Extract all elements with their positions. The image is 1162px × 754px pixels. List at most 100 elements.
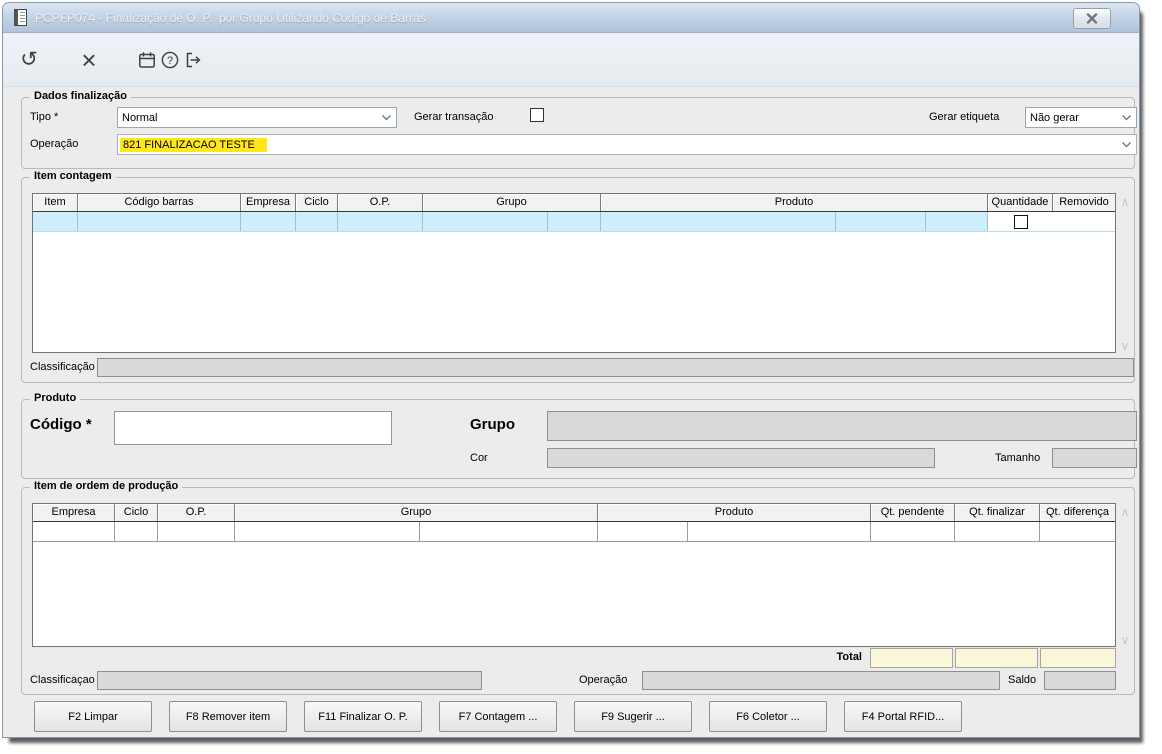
cell-grupo-codigo[interactable]: [423, 212, 548, 231]
title-bar: PCPFP074 - Finalização de O. P. por Grup…: [3, 3, 1139, 33]
section-dados-finalizacao: Dados finalização Tipo * Normal Gerar tr…: [21, 97, 1135, 169]
total-label: Total: [766, 651, 862, 663]
f11-finalizar-op-button[interactable]: F11 Finalizar O. P.: [304, 701, 422, 732]
operacao-label: Operação: [30, 138, 78, 150]
exit-icon[interactable]: [181, 48, 205, 72]
cell-produto-codigo[interactable]: [598, 522, 688, 541]
tipo-value: Normal: [122, 112, 157, 124]
cor-field: [547, 448, 935, 468]
cell-produto-nome[interactable]: [836, 212, 926, 231]
cancel-icon[interactable]: ×: [77, 48, 101, 72]
f2-limpar-button[interactable]: F2 Limpar: [34, 701, 152, 732]
cell-op[interactable]: [338, 212, 423, 231]
scroll-up-icon[interactable]: ∧: [1118, 195, 1132, 209]
undo-icon[interactable]: ↺: [17, 48, 41, 72]
section-title: Produto: [30, 392, 80, 404]
section-title: Item contagem: [30, 170, 116, 182]
cell-qt-pendente[interactable]: [871, 522, 955, 541]
classificacao-field: [97, 358, 1134, 377]
document-icon: [13, 9, 29, 27]
cell-ciclo[interactable]: [115, 522, 158, 541]
col-removido: Removido: [1053, 194, 1115, 211]
col-produto: Produto: [598, 504, 871, 521]
saldo-field: [1044, 671, 1116, 690]
app-window: PCPFP074 - Finalização de O. P. por Grup…: [2, 2, 1140, 738]
col-item: Item: [33, 194, 78, 211]
scroll-up-icon[interactable]: ∧: [1118, 505, 1132, 519]
operacao-value-highlighted: 821 FINALIZACAO TESTE: [120, 138, 267, 152]
grupo-field: [547, 411, 1137, 441]
cell-op[interactable]: [158, 522, 235, 541]
scroll-down-icon[interactable]: ∨: [1118, 339, 1132, 353]
grid-scroll-gutter[interactable]: ∧ ∨: [1118, 503, 1132, 647]
removido-checkbox[interactable]: [1014, 215, 1028, 229]
gerar-transacao-checkbox[interactable]: [530, 108, 544, 122]
col-grupo: Grupo: [235, 504, 598, 521]
close-button[interactable]: [1073, 8, 1111, 29]
f4-portal-rfid-button[interactable]: F4 Portal RFID...: [844, 701, 962, 732]
f8-remover-item-button[interactable]: F8 Remover item: [169, 701, 287, 732]
col-ciclo: Ciclo: [115, 504, 158, 521]
grid-header-row: Empresa Ciclo O.P. Grupo Produto Qt. pen…: [33, 504, 1115, 522]
f6-coletor-button[interactable]: F6 Coletor ...: [709, 701, 827, 732]
toolbar: ↺ × ?: [3, 34, 1139, 87]
cell-item[interactable]: [33, 212, 78, 231]
section-produto: Produto Código * Grupo Cor Tamanho: [21, 399, 1135, 479]
cell-grupo-nome[interactable]: [420, 522, 598, 541]
col-ciclo: Ciclo: [296, 194, 338, 211]
chevron-down-icon: [381, 112, 392, 123]
col-empresa: Empresa: [241, 194, 296, 211]
calendar-icon[interactable]: [135, 48, 159, 72]
tipo-combobox[interactable]: Normal: [117, 107, 397, 128]
col-empresa: Empresa: [33, 504, 115, 521]
table-row[interactable]: [33, 212, 1115, 232]
window-title: PCPFP074 - Finalização de O. P. por Grup…: [35, 11, 426, 25]
col-qt-finalizar: Qt. finalizar: [955, 504, 1040, 521]
cell-produto-nome[interactable]: [688, 522, 871, 541]
col-op: O.P.: [338, 194, 423, 211]
footer-button-bar: F2 Limpar F8 Remover item F11 Finalizar …: [34, 701, 962, 732]
table-row[interactable]: [33, 522, 1115, 542]
col-grupo: Grupo: [423, 194, 601, 211]
total-qt-diferenca-field: [1040, 648, 1116, 668]
codigo-label: Código *: [30, 416, 92, 433]
f9-sugerir-button[interactable]: F9 Sugerir ...: [574, 701, 692, 732]
section-title: Dados finalização: [30, 90, 131, 102]
total-qt-finalizar-field: [955, 648, 1038, 668]
cell-qt-diferenca[interactable]: [1040, 522, 1115, 541]
total-qt-pendente-field: [870, 648, 953, 668]
section-title: Item de ordem de produção: [30, 480, 182, 492]
tipo-label: Tipo *: [30, 111, 58, 123]
cell-codigo-barras[interactable]: [78, 212, 241, 231]
grid-scroll-gutter[interactable]: ∧ ∨: [1118, 193, 1132, 353]
col-qt-diferenca: Qt. diferença: [1040, 504, 1115, 521]
col-quantidade: Quantidade: [988, 194, 1053, 211]
scroll-down-icon[interactable]: ∨: [1118, 633, 1132, 647]
f7-contagem-button[interactable]: F7 Contagem ...: [439, 701, 557, 732]
col-produto: Produto: [601, 194, 988, 211]
cor-label: Cor: [470, 452, 488, 464]
grupo-label: Grupo: [470, 416, 515, 433]
col-qt-pendente: Qt. pendente: [871, 504, 955, 521]
operacao-field: [642, 671, 1000, 690]
cell-produto-codigo[interactable]: [601, 212, 836, 231]
item-contagem-grid: Item Código barras Empresa Ciclo O.P. Gr…: [32, 193, 1116, 353]
svg-text:?: ?: [167, 55, 173, 67]
classificacao-label: Classificação: [30, 361, 95, 373]
cell-empresa[interactable]: [33, 522, 115, 541]
cell-ciclo[interactable]: [296, 212, 338, 231]
codigo-input[interactable]: [114, 411, 392, 445]
cell-removido: [988, 212, 1053, 231]
cell-grupo-codigo[interactable]: [235, 522, 420, 541]
cell-qt-finalizar[interactable]: [955, 522, 1040, 541]
help-icon[interactable]: ?: [158, 48, 182, 72]
gerar-etiqueta-value: Não gerar: [1030, 112, 1079, 124]
operacao-label: Operação: [579, 674, 627, 686]
operacao-combobox[interactable]: 821 FINALIZACAO TESTE: [117, 134, 1137, 155]
gerar-etiqueta-combobox[interactable]: Não gerar: [1025, 107, 1137, 128]
cell-grupo-nome[interactable]: [548, 212, 601, 231]
gerar-etiqueta-label: Gerar etiqueta: [929, 111, 999, 123]
cell-empresa[interactable]: [241, 212, 296, 231]
cell-quantidade[interactable]: [926, 212, 988, 231]
item-op-grid: Empresa Ciclo O.P. Grupo Produto Qt. pen…: [32, 503, 1116, 647]
